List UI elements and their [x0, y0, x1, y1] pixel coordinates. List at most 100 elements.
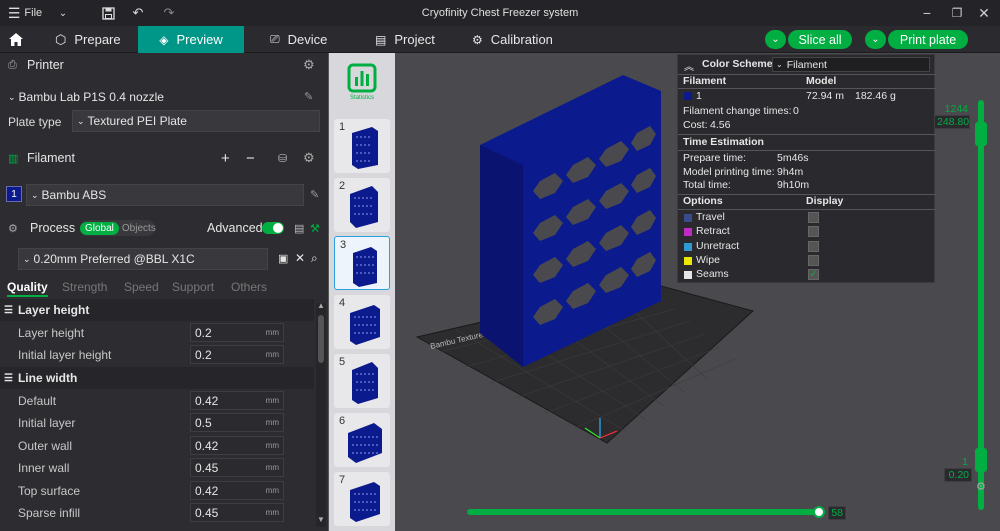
process-tab-others[interactable]: Others: [231, 280, 267, 294]
redo-icon: ↷: [163, 5, 175, 20]
printer-select[interactable]: ⌄ Bambu Lab P1S 0.4 nozzle: [4, 86, 302, 108]
plate-thumb[interactable]: 2: [334, 178, 390, 232]
plate-thumb[interactable]: 1: [334, 119, 390, 173]
save-button[interactable]: [99, 0, 117, 26]
process-tab-quality[interactable]: Quality: [7, 280, 48, 297]
add-filament-button[interactable]: +: [221, 150, 230, 167]
filament-select[interactable]: ⌄ Bambu ABS: [26, 184, 304, 206]
undo-button[interactable]: ↶: [129, 0, 147, 26]
edit-printer-icon[interactable]: ✎: [304, 90, 313, 103]
settings-panel: ⎙ Printer ⚙ ⌄ Bambu Lab P1S 0.4 nozzle ✎…: [0, 53, 328, 531]
menu-dropdown-button[interactable]: ⌄: [55, 0, 71, 26]
plate-type-value: Textured PEI Plate: [87, 114, 187, 128]
toggle-objects[interactable]: Objects: [119, 222, 159, 235]
tab-calibration[interactable]: ⚙ Calibration: [472, 26, 562, 53]
retract-display-checkbox[interactable]: [808, 226, 819, 237]
layer-height-input[interactable]: 0.2 mm: [190, 323, 284, 342]
process-tab-speed[interactable]: Speed: [124, 280, 159, 294]
line-width-icon: ☰: [4, 372, 13, 384]
tab-device[interactable]: ⎚ Device: [270, 26, 340, 53]
filament-slot-badge[interactable]: 1: [6, 186, 22, 202]
bottom-layer-number: 1: [962, 456, 968, 468]
scroll-down-icon[interactable]: ▼: [317, 515, 325, 524]
line-width-inner-wall-input[interactable]: 0.45 mm: [190, 458, 284, 477]
plate-type-label: Plate type: [8, 115, 62, 129]
group-header-line-width: ☰ Line width: [0, 367, 314, 389]
line-width-default-input[interactable]: 0.42 mm: [190, 391, 284, 410]
wand-icon[interactable]: ⚒: [310, 222, 320, 235]
remove-filament-button[interactable]: −: [246, 150, 255, 167]
filament-settings-gear-icon[interactable]: ⚙: [303, 150, 315, 166]
filament-index: 1: [696, 90, 702, 102]
color-scheme-title: Color Scheme: [702, 58, 773, 70]
home-button[interactable]: [8, 26, 26, 53]
close-button[interactable]: ✕: [964, 0, 1000, 26]
color-scheme-panel: ︽ Color Scheme ⌄ Filament Filament Model…: [677, 54, 936, 283]
slice-dropdown-button[interactable]: ⌄: [765, 30, 786, 49]
slider-settings-icon[interactable]: ⚙: [976, 480, 986, 493]
window-title: Cryofinity Chest Freezer system: [421, 7, 579, 19]
field-value: 0.5: [195, 415, 212, 430]
slice-all-button[interactable]: Slice all: [788, 30, 852, 49]
edit-filament-icon[interactable]: ✎: [310, 188, 319, 201]
advanced-toggle[interactable]: [262, 222, 284, 234]
plate-thumb[interactable]: 7: [334, 472, 390, 526]
cost-label: Cost:: [683, 119, 708, 131]
travel-display-checkbox[interactable]: [808, 212, 819, 223]
tab-preview-label: Preview: [176, 32, 223, 47]
color-scheme-select[interactable]: ⌄ Filament: [772, 57, 930, 72]
line-width-initial-layer-input[interactable]: 0.5 mm: [190, 413, 284, 432]
plate-thumb[interactable]: 4: [334, 295, 390, 349]
collapse-icon[interactable]: ︽: [684, 58, 694, 73]
save-preset-icon[interactable]: ▣: [278, 252, 288, 265]
param-label: Default: [18, 394, 57, 408]
tab-project[interactable]: ▤ Project: [375, 26, 445, 53]
printer-name: Bambu Lab P1S 0.4 nozzle: [18, 90, 164, 104]
plate-thumb-selected[interactable]: 3: [334, 236, 390, 290]
process-preset-select[interactable]: ⌄ 0.20mm Preferred @BBL X1C: [18, 248, 268, 270]
line-width-top-surface-input[interactable]: 0.42 mm: [190, 481, 284, 500]
move-value: 58: [828, 506, 846, 520]
global-objects-toggle[interactable]: Global Objects: [80, 220, 156, 236]
seams-display-checkbox[interactable]: ✓: [808, 269, 819, 280]
line-width-sparse-infill-input[interactable]: 0.45 mm: [190, 503, 284, 522]
layer-top-handle[interactable]: [975, 122, 987, 146]
move-slider[interactable]: [467, 509, 821, 515]
filament-section-header: ▥ Filament + − ⛁ ⚙: [0, 146, 328, 170]
top-height-readout: 248.80: [934, 115, 970, 129]
line-width-outer-wall-input[interactable]: 0.42 mm: [190, 436, 284, 455]
filament-section-label: Filament: [27, 151, 75, 165]
scrollbar-thumb[interactable]: [318, 315, 324, 363]
advanced-label: Advanced: [207, 221, 263, 235]
tab-preview[interactable]: ◈ Preview: [138, 26, 244, 53]
options-header: Options: [683, 195, 723, 207]
tab-prepare-label: Prepare: [74, 32, 121, 47]
settings-scrollbar[interactable]: ▲ ▼: [316, 301, 326, 527]
process-tab-strength[interactable]: Strength: [62, 280, 107, 294]
scroll-up-icon[interactable]: ▲: [317, 301, 325, 310]
process-tab-support[interactable]: Support: [172, 280, 214, 294]
wipe-display-checkbox[interactable]: [808, 255, 819, 266]
search-icon[interactable]: ⌕: [311, 251, 318, 266]
layer-bottom-handle[interactable]: [975, 448, 987, 472]
menu-button[interactable]: ☰ File: [8, 0, 42, 26]
checkmark-icon: ✓: [809, 269, 818, 280]
model-print-time-value: 9h4m: [777, 166, 804, 178]
plate-thumb[interactable]: 5: [334, 354, 390, 408]
print-plate-button[interactable]: Print plate: [888, 30, 968, 49]
delete-preset-icon[interactable]: ✕: [295, 251, 305, 265]
tab-prepare[interactable]: ⬡ Prepare: [55, 26, 135, 53]
print-dropdown-button[interactable]: ⌄: [865, 30, 886, 49]
move-handle[interactable]: [813, 506, 825, 518]
filament-sync-icon[interactable]: ⛁: [278, 152, 287, 165]
filament-length: 72.94 m: [806, 90, 844, 102]
plate-type-select[interactable]: ⌄ Textured PEI Plate: [72, 110, 320, 132]
plate-thumb[interactable]: 6: [334, 413, 390, 467]
initial-layer-height-input[interactable]: 0.2 mm: [190, 345, 284, 364]
printer-settings-gear-icon[interactable]: ⚙: [303, 57, 315, 73]
compare-icon[interactable]: ▤: [294, 222, 304, 235]
unretract-display-checkbox[interactable]: [808, 241, 819, 252]
toggle-global[interactable]: Global: [80, 221, 119, 235]
statistics-button[interactable]: Statistics: [341, 63, 383, 107]
redo-button[interactable]: ↷: [160, 0, 178, 26]
